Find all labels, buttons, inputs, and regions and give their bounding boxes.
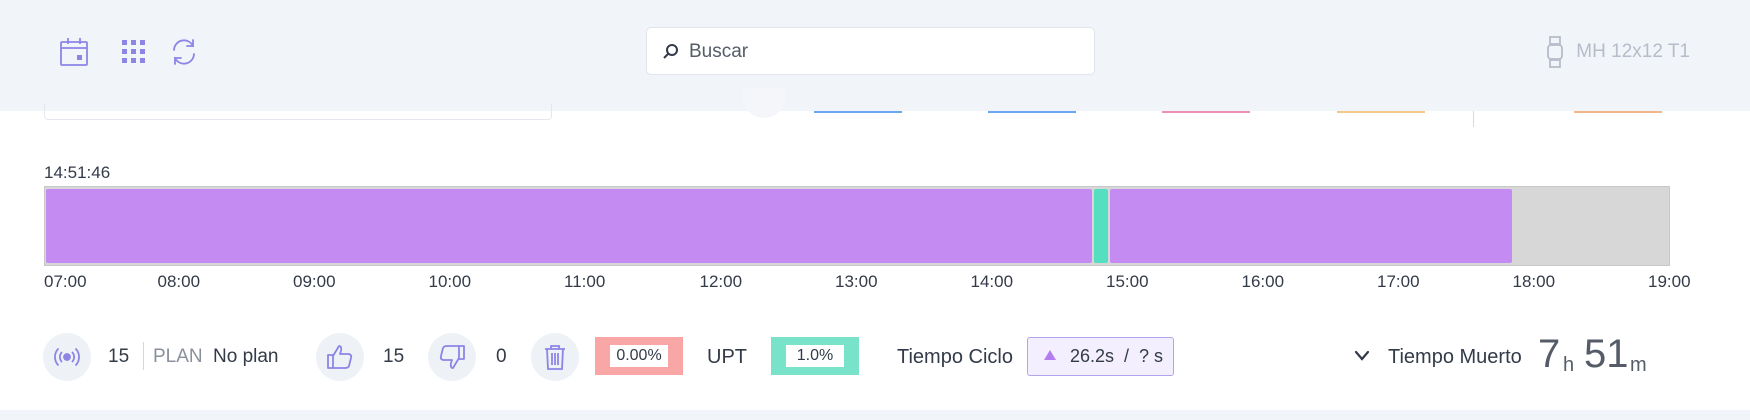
watch-icon xyxy=(1546,36,1564,68)
timeline-segment[interactable] xyxy=(46,189,1092,263)
search-icon xyxy=(661,42,681,62)
cycle-time-value: 26.2s / ? s xyxy=(1070,346,1164,366)
timeline-tick-label: 08:00 xyxy=(157,272,201,291)
timeline-tick-label: 19:00 xyxy=(1648,272,1691,291)
trash-icon xyxy=(545,345,565,370)
timeline-tick-label: 11:00 xyxy=(564,272,606,291)
calendar-icon[interactable] xyxy=(58,36,90,68)
timeline-tick-label: 16:00 xyxy=(1241,272,1285,291)
divider xyxy=(1473,111,1474,127)
minutes-unit: m xyxy=(1630,354,1647,376)
machine-selector[interactable]: MH 12x12 T1 xyxy=(1546,36,1690,68)
machine-name: MH 12x12 T1 xyxy=(1576,41,1690,62)
hours-unit: h xyxy=(1563,354,1575,376)
signal-icon xyxy=(54,347,80,367)
header-bar: MH 12x12 T1 xyxy=(0,0,1750,111)
card-fragment xyxy=(44,104,552,120)
search-box[interactable] xyxy=(646,27,1095,75)
timeline-tick-label: 07:00 xyxy=(44,272,87,291)
dead-time-minutes: 51 xyxy=(1584,332,1629,376)
good-count: 15 xyxy=(383,346,405,367)
plan-label: PLAN xyxy=(153,346,203,367)
cycle-time-label: Tiempo Ciclo xyxy=(897,346,1013,368)
upt-label: UPT xyxy=(707,346,747,368)
refresh-icon[interactable] xyxy=(168,36,200,68)
signal-button[interactable] xyxy=(43,333,91,381)
search-input[interactable] xyxy=(687,36,1081,68)
timeline-tick-label: 12:00 xyxy=(699,272,743,291)
timeline-tick-label: 18:00 xyxy=(1512,272,1556,291)
tab-underline xyxy=(814,111,902,113)
timeline-segment[interactable] xyxy=(1093,189,1108,263)
timeline-segment[interactable] xyxy=(1109,189,1512,263)
cycle-time-badge[interactable]: 26.2s / ? s xyxy=(1027,337,1174,376)
divider xyxy=(143,342,144,370)
bad-count: 0 xyxy=(496,346,507,367)
upt-percentage: 1.0% xyxy=(786,345,844,367)
bottom-band xyxy=(0,410,1750,420)
dead-time-label: Tiempo Muerto xyxy=(1388,346,1522,368)
scrap-percentage-badge: 0.00% xyxy=(595,337,683,375)
upt-percentage-badge: 1.0% xyxy=(771,337,859,375)
plan-value: No plan xyxy=(213,346,279,367)
state-timeline[interactable] xyxy=(44,186,1670,266)
timeline-tick-label: 17:00 xyxy=(1377,272,1420,291)
scrap-percentage: 0.00% xyxy=(610,345,668,367)
tab-underline xyxy=(1337,111,1425,113)
circle-fragment xyxy=(742,88,786,118)
thumbs-up-icon xyxy=(327,345,353,369)
triangle-up-icon xyxy=(1044,350,1056,360)
timeline-start-time: 14:51:46 xyxy=(44,163,111,182)
timeline-tick-label: 13:00 xyxy=(835,272,878,291)
tab-underline xyxy=(988,111,1076,113)
signal-count: 15 xyxy=(108,346,130,367)
timeline-tick-label: 14:00 xyxy=(970,272,1014,291)
tab-underline xyxy=(1162,111,1250,113)
good-parts-button[interactable] xyxy=(316,333,364,381)
grid-icon[interactable] xyxy=(118,36,150,68)
chevron-down-icon[interactable] xyxy=(1352,348,1372,364)
timeline-tick-label: 09:00 xyxy=(293,272,336,291)
timeline-tick-label: 15:00 xyxy=(1106,272,1149,291)
tab-underline xyxy=(1574,111,1662,113)
timeline-tick-label: 10:00 xyxy=(428,272,472,291)
thumbs-down-icon xyxy=(439,345,465,369)
scrap-button[interactable] xyxy=(531,333,579,381)
bad-parts-button[interactable] xyxy=(428,333,476,381)
dead-time-hours: 7 xyxy=(1538,332,1561,376)
